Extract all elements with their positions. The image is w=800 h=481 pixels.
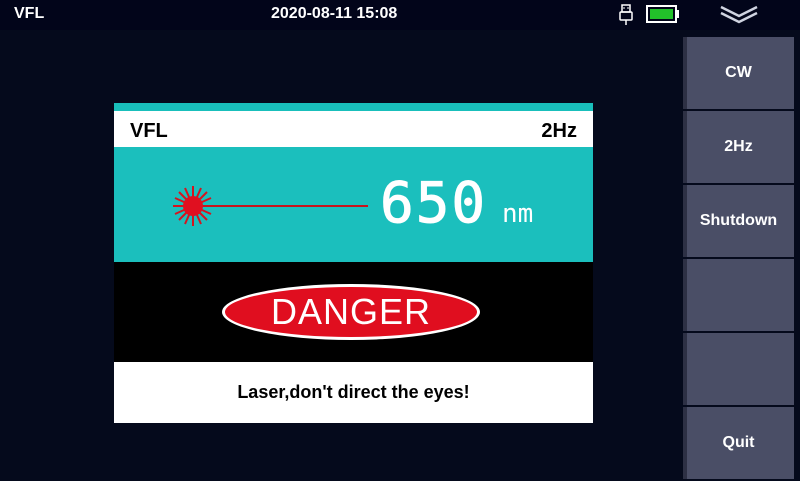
2hz-button[interactable]: 2Hz: [683, 111, 794, 183]
danger-badge: DANGER: [222, 284, 480, 340]
button-edge: [683, 407, 687, 479]
2hz-button-label: 2Hz: [724, 138, 753, 155]
wavelength-unit: nm: [502, 199, 534, 229]
empty-button-1[interactable]: [683, 259, 794, 331]
vfl-panel: VFL 2Hz 650 nm DANGER Laser,don't direct: [114, 103, 593, 423]
laser-icon: [173, 186, 368, 226]
wavelength-value: 650: [379, 171, 488, 236]
danger-band: DANGER: [114, 262, 593, 362]
app-title: VFL: [14, 5, 45, 22]
cw-button[interactable]: CW: [683, 37, 794, 109]
empty-button-2[interactable]: [683, 333, 794, 405]
battery-icon: [646, 5, 679, 23]
shutdown-button-label: Shutdown: [699, 212, 778, 229]
danger-label: DANGER: [270, 291, 432, 332]
chevron-down-icon[interactable]: [718, 3, 760, 25]
usb-icon: [619, 4, 633, 25]
panel-header: VFL 2Hz: [114, 111, 593, 147]
button-edge: [683, 185, 687, 257]
frequency-label: 2Hz: [541, 120, 577, 142]
button-edge: [683, 333, 687, 405]
button-edge: [683, 111, 687, 183]
warning-band: Laser,don't direct the eyes!: [114, 362, 593, 423]
mode-label: VFL: [130, 120, 168, 142]
cw-button-label: CW: [725, 64, 752, 81]
wavelength-band: 650 nm: [114, 147, 593, 262]
shutdown-button[interactable]: Shutdown: [683, 185, 794, 257]
quit-button[interactable]: Quit: [683, 407, 794, 479]
button-edge: [683, 37, 687, 109]
sidebar: CW 2Hz Shutdown Quit: [683, 37, 794, 480]
quit-button-label: Quit: [722, 434, 755, 451]
warning-message: Laser,don't direct the eyes!: [237, 382, 470, 402]
panel-top-strip: [114, 103, 593, 111]
datetime: 2020-08-11 15:08: [271, 5, 398, 22]
status-bar: VFL 2020-08-11 15:08: [0, 0, 800, 30]
button-edge: [683, 259, 687, 331]
